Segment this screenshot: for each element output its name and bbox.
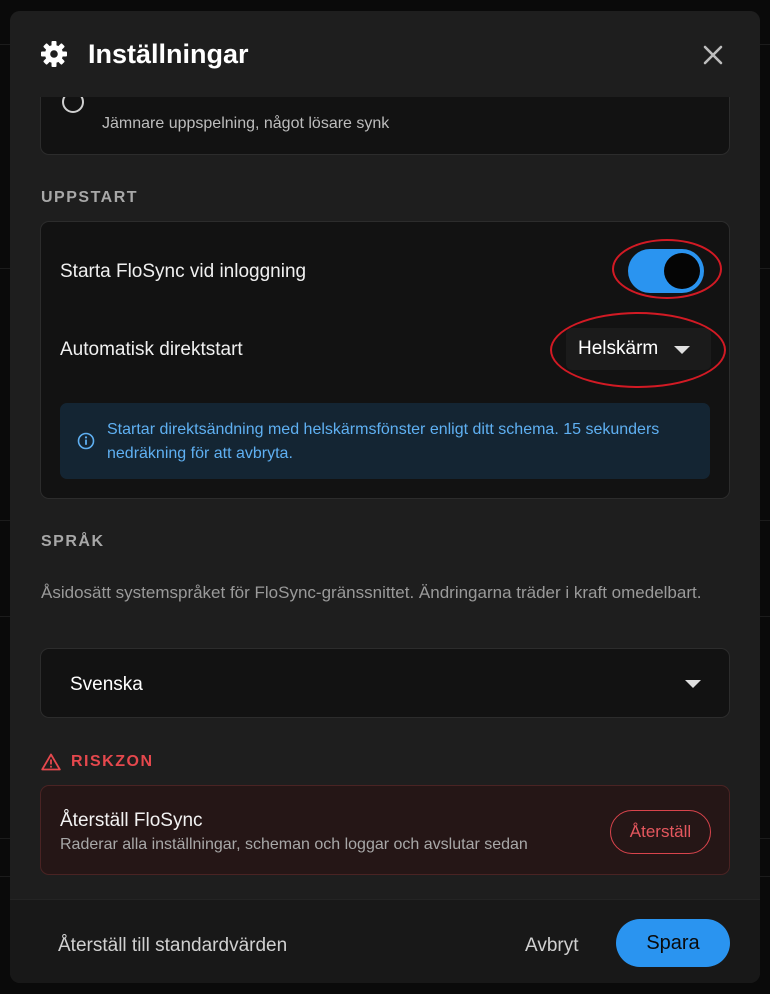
reset-card: Återställ FloSync Raderar alla inställni… bbox=[40, 785, 730, 875]
auto-live-select[interactable]: Helskärm bbox=[566, 328, 711, 370]
startup-info-text: Startar direktsändning med helskärmsföns… bbox=[107, 421, 660, 462]
language-value: Svenska bbox=[70, 674, 143, 695]
reset-title: Återställ FloSync bbox=[60, 810, 203, 831]
auto-live-value: Helskärm bbox=[578, 338, 659, 359]
info-icon bbox=[77, 432, 95, 450]
dialog-content: Jämnare uppspelning, något lösare synk U… bbox=[10, 11, 760, 899]
reset-flosync-button[interactable]: Återställ bbox=[610, 810, 711, 854]
dialog-header: Inställningar bbox=[10, 11, 760, 97]
startup-info-box: Startar direktsändning med helskärmsföns… bbox=[60, 403, 710, 479]
chevron-down-icon bbox=[685, 680, 701, 688]
danger-section-text: RISKZON bbox=[71, 753, 154, 770]
launch-on-login-toggle[interactable] bbox=[628, 249, 704, 293]
warning-icon bbox=[41, 753, 61, 771]
startup-section-label: UPPSTART bbox=[41, 189, 139, 206]
launch-on-login-label: Starta FloSync vid inloggning bbox=[60, 261, 307, 282]
dialog-footer: Återställ till standardvärden Avbryt Spa… bbox=[10, 899, 760, 983]
cancel-button[interactable]: Avbryt bbox=[525, 935, 579, 957]
toggle-knob bbox=[664, 253, 700, 289]
language-select[interactable]: Svenska bbox=[40, 648, 730, 718]
gear-icon bbox=[41, 41, 67, 67]
startup-card: Starta FloSync vid inloggning Automatisk… bbox=[40, 221, 730, 499]
close-icon[interactable] bbox=[700, 42, 726, 68]
restore-defaults-button[interactable]: Återställ till standardvärden bbox=[58, 935, 287, 957]
reset-description: Raderar alla inställningar, scheman och … bbox=[60, 836, 528, 853]
danger-section-label: RISKZON bbox=[41, 752, 154, 772]
chevron-down-icon bbox=[674, 346, 690, 354]
auto-live-label: Automatisk direktstart bbox=[60, 339, 243, 360]
save-button[interactable]: Spara bbox=[616, 919, 730, 967]
dialog-title: Inställningar bbox=[88, 39, 249, 69]
settings-dialog: Jämnare uppspelning, något lösare synk U… bbox=[10, 11, 760, 983]
language-description: Åsidosätt systemspråket för FloSync-grän… bbox=[41, 583, 702, 602]
language-section-label: SPRÅK bbox=[41, 533, 105, 550]
playback-option-description: Jämnare uppspelning, något lösare synk bbox=[102, 115, 390, 132]
